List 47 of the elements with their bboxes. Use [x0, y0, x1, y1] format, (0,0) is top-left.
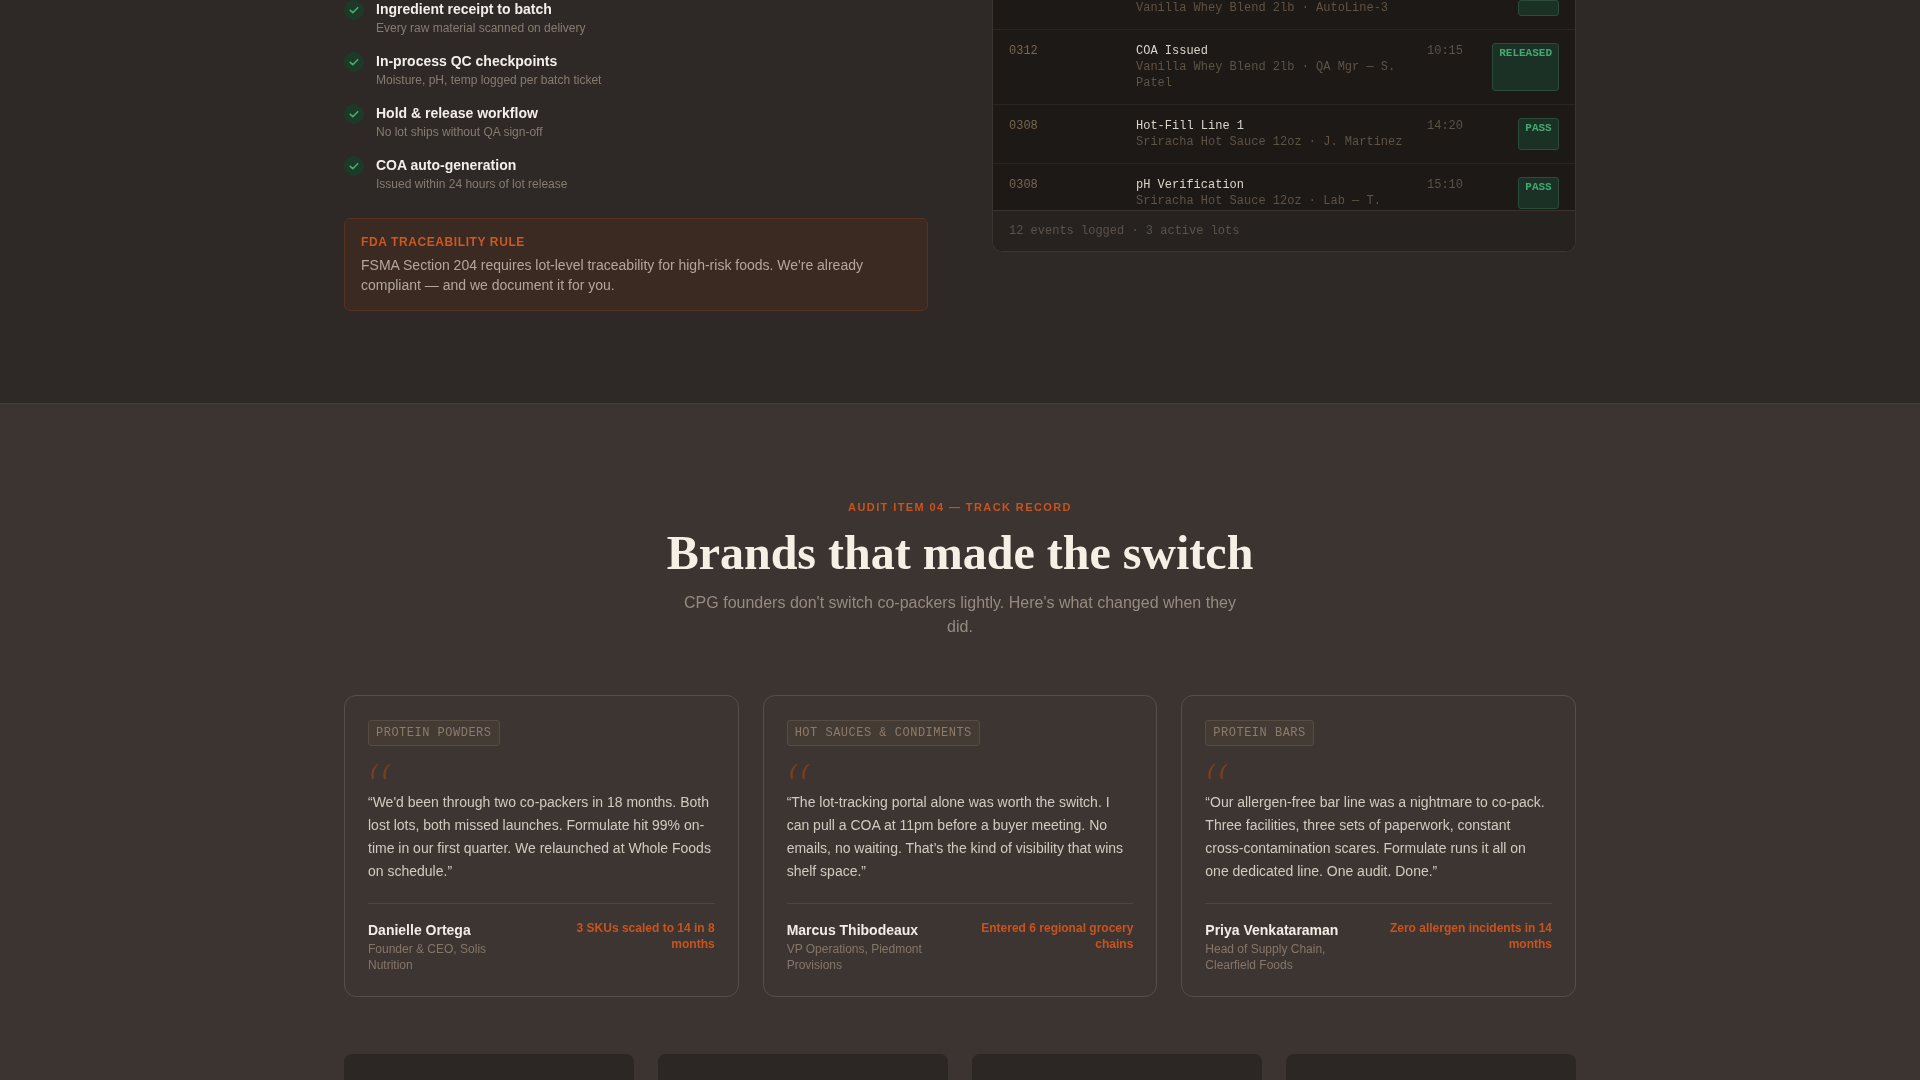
event-detail: Vanilla Whey Blend 2lb · AutoLine-3: [1136, 0, 1390, 16]
event-name: COA Issued: [1136, 43, 1209, 59]
person-name: Priya Venkataraman: [1205, 922, 1340, 939]
category-tag: PROTEIN BARS: [1205, 720, 1314, 746]
quote-icon: [1205, 763, 1230, 780]
checklist-detail: No lot ships without QA sign-off: [376, 124, 543, 140]
lot-number: 0312: [1009, 43, 1039, 59]
checklist-title: In-process QC checkpoints: [376, 52, 559, 70]
event-time: 14:20: [1427, 118, 1463, 134]
person-name: Danielle Ortega: [368, 922, 472, 939]
section-heading: Brands that made the switch: [665, 526, 1255, 579]
checklist-title: COA auto-generation: [376, 156, 518, 174]
status-badge: RELEASED: [1492, 43, 1559, 91]
event-name: pH Verification: [1136, 177, 1246, 193]
status-badge: PASS: [1518, 118, 1559, 150]
section-subheading: CPG founders don't switch co-packers lightly. Here's what changed when they did.: [683, 593, 1237, 637]
event-detail: Sriracha Hot Sauce 12oz · Lab — T.: [1136, 193, 1382, 209]
section-eyebrow: AUDIT ITEM 04 — TRACK RECORD: [847, 500, 1073, 514]
category-tag: HOT SAUCES & CONDIMENTS: [786, 720, 980, 746]
quote-icon: [368, 763, 392, 780]
checklist-title: Hold & release workflow: [376, 104, 539, 122]
lot-number: 0308: [1009, 118, 1039, 134]
person-role: Founder & CEO, Solis Nutrition: [368, 941, 488, 973]
person-name: Marcus Thibodeaux: [786, 922, 920, 939]
category-tag: PROTEIN POWDERS: [368, 720, 500, 746]
testimonial-quote: “The lot-tracking portal alone was worth the switch. I can pull a COA at 11pm before a buyer meeting. No emails, no waiting. That’s the kind of visibility that wins shelf space.”: [786, 793, 1125, 881]
result-metric: Entered 6 regional grocery chains: [980, 920, 1134, 953]
status-badge: [1518, 0, 1559, 16]
person-role: Head of Supply Chain, Clearfield Foods: [1205, 941, 1327, 973]
callout-label: FDA TRACEABILITY RULE: [361, 235, 526, 250]
event-name: Hot-Fill Line 1: [1136, 118, 1246, 134]
checklist-detail: Issued within 24 hours of lot release: [376, 176, 568, 192]
testimonial-quote: “Our allergen-free bar line was a nightmare to co-pack. Three facilities, three sets of paperwork, constant cross-contamination scares. Formulate runs it all on one dedicated line. One audit. Done.”: [1205, 793, 1546, 881]
checklist-detail: Every raw material scanned on delivery: [376, 20, 586, 36]
event-time: 10:15: [1427, 43, 1463, 59]
testimonial-quote: “We'd been through two co-packers in 18 months. Both lost lots, both missed launches. Formulate hit 99% on-time in our first quarter. We relaunched at Whole Foods on schedule.”: [368, 793, 712, 881]
result-metric: 3 SKUs scaled to 14 in 8 months: [575, 920, 715, 953]
event-detail: Vanilla Whey Blend 2lb · QA Mgr — S. Patel: [1136, 59, 1397, 91]
checklist-detail: Moisture, pH, temp logged per batch ticket: [376, 72, 602, 88]
status-badge: PASS: [1518, 177, 1559, 209]
callout-text: FSMA Section 204 requires lot-level traceability for high-risk foods. We're already compliant — and we document it for you.: [361, 256, 864, 295]
lot-number: 0308: [1009, 177, 1039, 193]
person-role: VP Operations, Piedmont Provisions: [786, 941, 923, 973]
event-time: 15:10: [1427, 177, 1463, 193]
checklist-title: Ingredient receipt to batch: [376, 0, 553, 18]
event-detail: Sriracha Hot Sauce 12oz · J. Martinez: [1136, 134, 1404, 150]
result-metric: Zero allergen incidents in 14 months: [1388, 920, 1552, 953]
